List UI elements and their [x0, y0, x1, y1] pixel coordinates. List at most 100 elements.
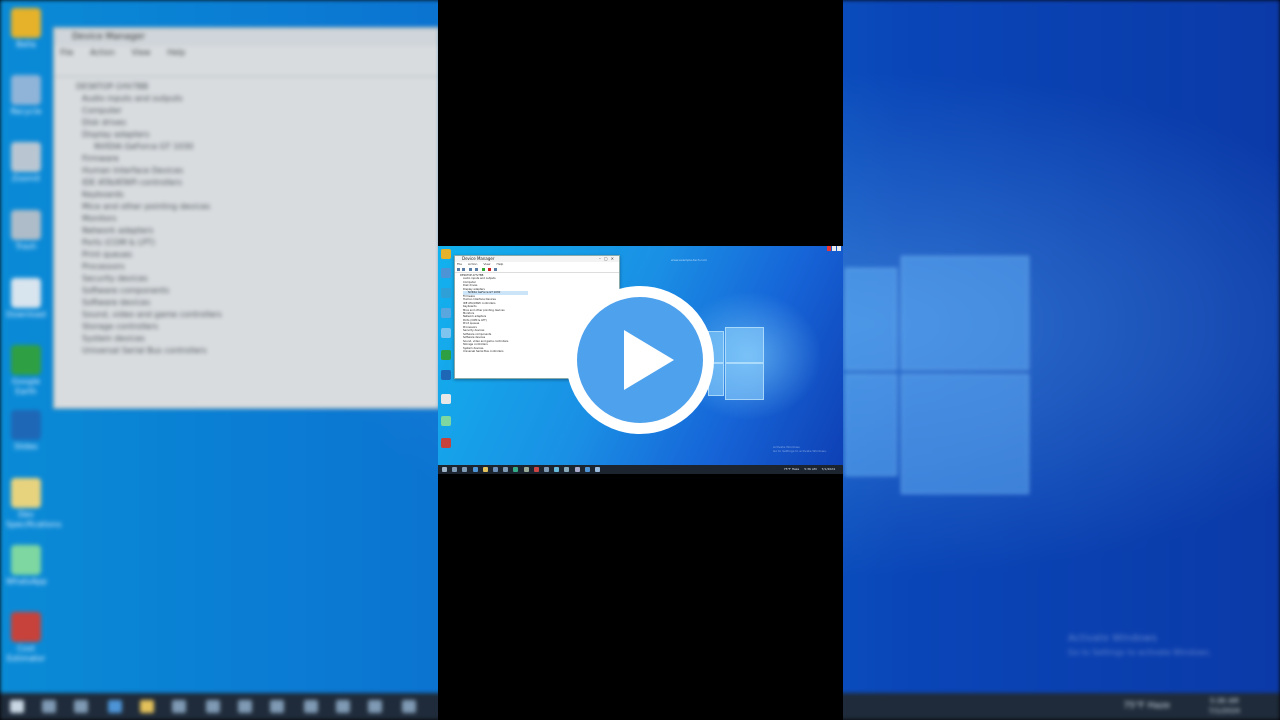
window-title: Device Manager [54, 28, 439, 46]
tree-category-item[interactable]: System devices [82, 333, 439, 345]
clock-date: 7/1/2024 [821, 467, 835, 471]
tree-category-item[interactable]: Audio inputs and outputs [82, 93, 439, 105]
tree-category-item[interactable]: Sound, video and game controllers [82, 309, 439, 321]
desktop-icon[interactable]: Recycle [6, 75, 46, 117]
desktop-icon[interactable]: Bella [6, 8, 46, 50]
desktop-icon-label: Slides [14, 442, 38, 451]
tree-category-item[interactable]: Human Interface Devices [82, 165, 439, 177]
tree-category-item[interactable]: Software devices [82, 297, 439, 309]
play-icon[interactable] [624, 330, 674, 390]
store-icon [172, 700, 186, 713]
desktop-icon[interactable]: WhatsApp [6, 545, 47, 587]
app-icon [11, 345, 41, 375]
menu-action: Action [468, 262, 478, 266]
desktop-icon [441, 249, 451, 259]
menu-help: Help [167, 48, 186, 57]
menu-file: File [457, 262, 463, 266]
device-tree: DESKTOP-1HV7BB Audio inputs and outputs C… [54, 77, 439, 357]
desktop-icon [441, 308, 451, 318]
tree-category-item[interactable]: Print queues [82, 249, 439, 261]
edge-icon [108, 700, 122, 713]
app-icon [270, 700, 284, 713]
taskbar-app-icon [513, 467, 519, 472]
properties-icon [469, 268, 472, 271]
tree-category-item[interactable]: Network adapters [82, 225, 439, 237]
taskbar-app-icon [503, 467, 509, 472]
tree-category-item[interactable]: Computer [82, 105, 439, 117]
app-icon [304, 700, 318, 713]
system-tray: 75°F Haze 5:36 AM 7/1/2024 [780, 465, 835, 474]
tree-category-item[interactable]: Keyboards [82, 189, 439, 201]
scan-icon [475, 268, 478, 271]
taskbar-app-icon [462, 467, 468, 472]
window-title: Device Manager [462, 256, 495, 261]
tree-category-item[interactable]: Processors [82, 261, 439, 273]
play-button-fill[interactable] [577, 297, 703, 423]
desktop-icon-label: Recycle [10, 107, 42, 116]
windows-logo [708, 326, 764, 400]
play-button[interactable] [566, 286, 714, 434]
tree-category-item[interactable]: Universal Serial Bus controllers [82, 345, 439, 357]
desktop-icon [441, 268, 451, 278]
app-icon [11, 278, 41, 308]
clock-date: 7/1/2024 [1208, 707, 1240, 715]
app-icon [11, 410, 41, 440]
tree-category-item[interactable]: Security devices [82, 273, 439, 285]
desktop-icon-label: WhatsApp [6, 577, 47, 586]
desktop-icon-label: Download [6, 310, 46, 319]
toolbar [455, 267, 619, 273]
taskbar-app-icon [493, 467, 498, 472]
uninstall-icon [488, 268, 491, 271]
app-icon [11, 545, 41, 575]
desktop-icon [441, 370, 451, 380]
taskbar-app-icon [472, 467, 478, 472]
tree-category-item[interactable]: Mice and other pointing devices [82, 201, 439, 213]
tree-category-item[interactable]: Ports (COM & LPT) [82, 237, 439, 249]
app-icon [11, 478, 41, 508]
tree-category-item[interactable]: IDE ATA/ATAPI controllers [82, 177, 439, 189]
taskbar-app-icon [482, 467, 488, 472]
desktop-icon[interactable]: Trash [6, 210, 46, 252]
app-icon [336, 700, 350, 713]
tree-category-item[interactable]: Disk drives [82, 117, 439, 129]
activate-subtitle: Go to Settings to activate Windows. [1068, 648, 1212, 657]
desktop-icon[interactable]: Dev Specifications [6, 478, 62, 530]
tree-category-item[interactable]: Software components [82, 285, 439, 297]
app-icon [402, 700, 416, 713]
app-icon [827, 246, 831, 251]
search-icon [42, 700, 56, 713]
tree-root: DESKTOP-1HV7BB [76, 82, 149, 91]
taskbar-app-icon [595, 467, 600, 472]
app-icon [11, 210, 41, 240]
thumbnail-taskbar: 75°F Haze 5:36 AM 7/1/2024 [438, 465, 843, 474]
file-explorer-icon [140, 700, 154, 713]
clock: 5:36 AM 7/1/2024 [1209, 696, 1240, 716]
desktop-icon[interactable]: Google Earth [6, 345, 46, 397]
menu-help: Help [496, 262, 504, 266]
forward-icon [462, 268, 465, 271]
app-icon [11, 612, 41, 642]
window-titlebar: Device Manager –▢✕ [455, 256, 619, 262]
start-icon [10, 700, 24, 713]
watermark-text: www.example-tech.com [671, 258, 707, 262]
desktop-icon [441, 328, 451, 338]
back-icon [457, 268, 460, 271]
tree-category-item[interactable]: Monitors [82, 213, 439, 225]
taskbar-app-icon [574, 467, 580, 472]
tree-category-item[interactable]: Display adapters [82, 129, 439, 141]
tree-category-item[interactable]: Storage controllers [82, 321, 439, 333]
windows-logo [845, 250, 1035, 495]
desktop-icon-label: Cost Estimator [6, 644, 46, 663]
desktop-icon[interactable]: Cost Estimator [6, 612, 46, 664]
clock-time: 5:36 AM [804, 467, 817, 471]
tree-category-item[interactable]: Firmware [82, 153, 439, 165]
desktop-icon-label: Google Earth [11, 377, 41, 396]
desktop-icon[interactable]: Zoomit [6, 142, 46, 184]
menu-file: File [60, 48, 74, 57]
app-icon [837, 246, 841, 251]
desktop-icon[interactable]: Download [6, 278, 46, 320]
menu-view: View [483, 262, 491, 266]
tree-device-item[interactable]: NVIDIA GeForce GT 1030 [82, 141, 439, 153]
app-icon [11, 8, 41, 38]
desktop-icon[interactable]: Slides [6, 410, 46, 452]
